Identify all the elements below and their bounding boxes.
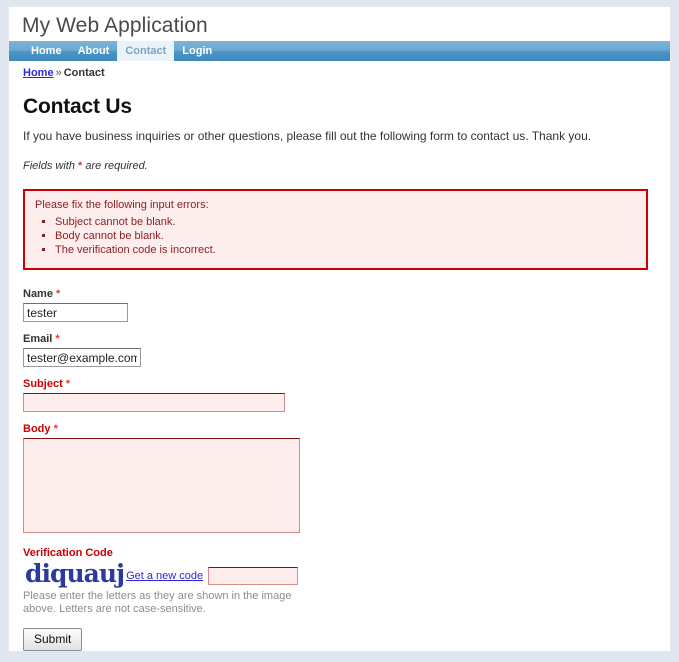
subject-required-star: *: [65, 378, 71, 390]
captcha-hint: Please enter the letters as they are sho…: [23, 590, 292, 615]
name-required-star: *: [56, 288, 61, 300]
breadcrumb-current: Contact: [63, 67, 105, 79]
email-input[interactable]: [23, 348, 141, 367]
required-fields-note: Fields with * are required.: [23, 160, 656, 172]
field-name: Name *: [23, 288, 656, 322]
get-new-code-link[interactable]: Get a new code: [126, 570, 203, 582]
breadcrumb-separator: »: [55, 67, 62, 79]
error-item: Body cannot be blank.: [55, 230, 636, 243]
field-subject: Subject *: [23, 378, 656, 412]
main-content: Contact Us If you have business inquirie…: [9, 79, 670, 651]
body-label-text: Body: [23, 423, 51, 435]
captcha-row: diquauj Get a new code: [23, 561, 656, 587]
error-summary-list: Subject cannot be blank. Body cannot be …: [35, 216, 636, 257]
error-item: The verification code is incorrect.: [55, 244, 636, 257]
error-summary: Please fix the following input errors: S…: [23, 189, 648, 270]
submit-button[interactable]: Submit: [23, 628, 83, 651]
captcha-controls: Get a new code: [126, 567, 299, 587]
required-note-before: Fields with: [23, 160, 79, 172]
field-verification-code: Verification Code diquauj Get a new code…: [23, 547, 656, 616]
body-required-star: *: [53, 423, 58, 435]
name-input[interactable]: [23, 303, 128, 322]
intro-text: If you have business inquiries or other …: [23, 129, 592, 143]
name-label-text: Name: [23, 288, 53, 300]
nav-item-about[interactable]: About: [70, 41, 118, 61]
breadcrumb-link-home[interactable]: Home: [23, 67, 54, 79]
field-body: Body *: [23, 423, 656, 536]
contact-form: Name * Email * Subject * Body * Verifica…: [23, 288, 656, 651]
subject-label-text: Subject: [23, 378, 63, 390]
subject-input[interactable]: [23, 393, 285, 412]
page-title: Contact Us: [23, 95, 132, 118]
body-label: Body *: [23, 423, 656, 435]
site-title: My Web Application: [22, 14, 208, 37]
submit-row: Submit: [23, 628, 656, 651]
required-note-after: are required.: [82, 160, 148, 172]
subject-label: Subject *: [23, 378, 656, 390]
verification-code-label: Verification Code: [23, 547, 113, 559]
breadcrumb: Home» Contact: [9, 61, 670, 79]
email-label: Email *: [23, 333, 656, 345]
nav-item-contact[interactable]: Contact: [117, 41, 175, 61]
field-email: Email *: [23, 333, 656, 367]
error-item: Subject cannot be blank.: [55, 216, 636, 229]
email-required-star: *: [55, 333, 60, 345]
email-label-text: Email: [23, 333, 53, 345]
captcha-image: diquauj: [25, 559, 125, 588]
main-navigation: Home About Contact Login: [9, 41, 670, 61]
error-summary-title: Please fix the following input errors:: [35, 199, 209, 211]
nav-item-login[interactable]: Login: [174, 41, 220, 61]
name-label: Name *: [23, 288, 656, 300]
page-container: My Web Application Home About Contact Lo…: [8, 6, 671, 652]
body-textarea[interactable]: [23, 438, 300, 533]
site-header: My Web Application: [9, 7, 670, 41]
nav-item-home[interactable]: Home: [23, 41, 70, 61]
verification-code-input[interactable]: [208, 567, 299, 585]
